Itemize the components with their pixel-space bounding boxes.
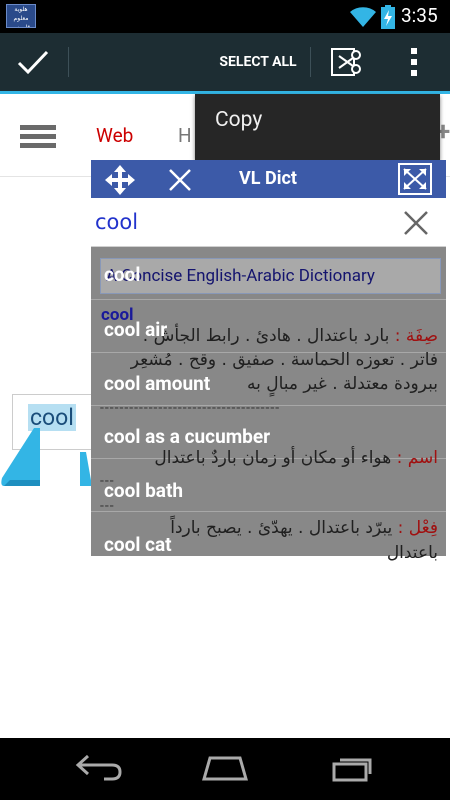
recent-apps-icon[interactable] <box>330 754 374 782</box>
copy-menu-item[interactable]: Copy <box>215 108 262 132</box>
result-label[interactable]: cool cat <box>104 533 172 556</box>
definition-text: يبرّد باعتدال . يهدّئ . يصبح بارداً <box>170 518 393 538</box>
definition-text: بارد باعتدال . هادئ . رابط الجأش . <box>142 326 390 346</box>
wifi-icon <box>350 7 376 27</box>
battery-charging-icon <box>381 5 395 29</box>
dictionary-app-icon: هلوية معلوم قاموس <box>6 4 36 28</box>
back-icon[interactable] <box>74 752 124 782</box>
home-icon[interactable] <box>200 752 250 782</box>
definition-separator: ------------------------------------- <box>100 400 281 416</box>
status-time: 3:35 <box>401 4 438 27</box>
definition-line: فاتر . تعوزه الحماسة . صفيق . وقح . مُشع… <box>130 350 438 370</box>
cut-scissors-icon[interactable] <box>329 46 363 78</box>
definition-text: هواء أو مكان أو زمان باردٌ باعتدال <box>154 448 392 468</box>
hamburger-menu-icon[interactable] <box>20 124 56 150</box>
result-label[interactable]: cool as a cucumber <box>104 425 270 448</box>
definition-line: باعتدال <box>386 543 438 563</box>
result-label[interactable]: cool <box>104 263 140 286</box>
maximize-icon[interactable] <box>397 162 433 196</box>
action-bar-divider <box>310 47 311 77</box>
result-label[interactable]: cool air <box>104 318 167 341</box>
definition-line: اسم : هواء أو مكان أو زمان باردٌ باعتدال <box>154 448 438 468</box>
selection-handle-left[interactable] <box>0 428 40 488</box>
dictionary-title: VL Dict <box>239 168 297 189</box>
clear-search-icon[interactable] <box>402 209 430 237</box>
dictionary-search-input[interactable] <box>95 208 375 236</box>
definition-line: صِفَة : بارد باعتدال . هادئ . رابط الجأش… <box>143 326 438 346</box>
select-all-button[interactable]: SELECT ALL <box>210 50 306 74</box>
part-of-speech: اسم : <box>396 448 438 468</box>
part-of-speech: فِعْل : <box>397 518 438 538</box>
move-icon[interactable] <box>103 163 137 197</box>
result-label[interactable]: cool bath <box>104 479 183 502</box>
definition-line: ببرودة معتدلة . غير مبالٍ به <box>246 374 438 394</box>
tab-web[interactable]: Web <box>96 124 133 147</box>
close-icon[interactable] <box>166 166 194 194</box>
selected-text[interactable]: cool <box>28 404 76 431</box>
definition-dictionary-name: A Concise English-Arabic Dictionary <box>106 266 375 286</box>
action-bar-divider <box>68 47 69 77</box>
definition-line: فِعْل : يبرّد باعتدال . يهدّئ . يصبح بار… <box>170 518 438 538</box>
tab-partial[interactable]: H <box>178 124 192 147</box>
done-check-icon[interactable] <box>16 48 50 78</box>
overflow-menu-icon[interactable] <box>406 46 422 78</box>
result-label[interactable]: cool amount <box>104 372 210 395</box>
part-of-speech: صِفَة : <box>394 326 438 346</box>
